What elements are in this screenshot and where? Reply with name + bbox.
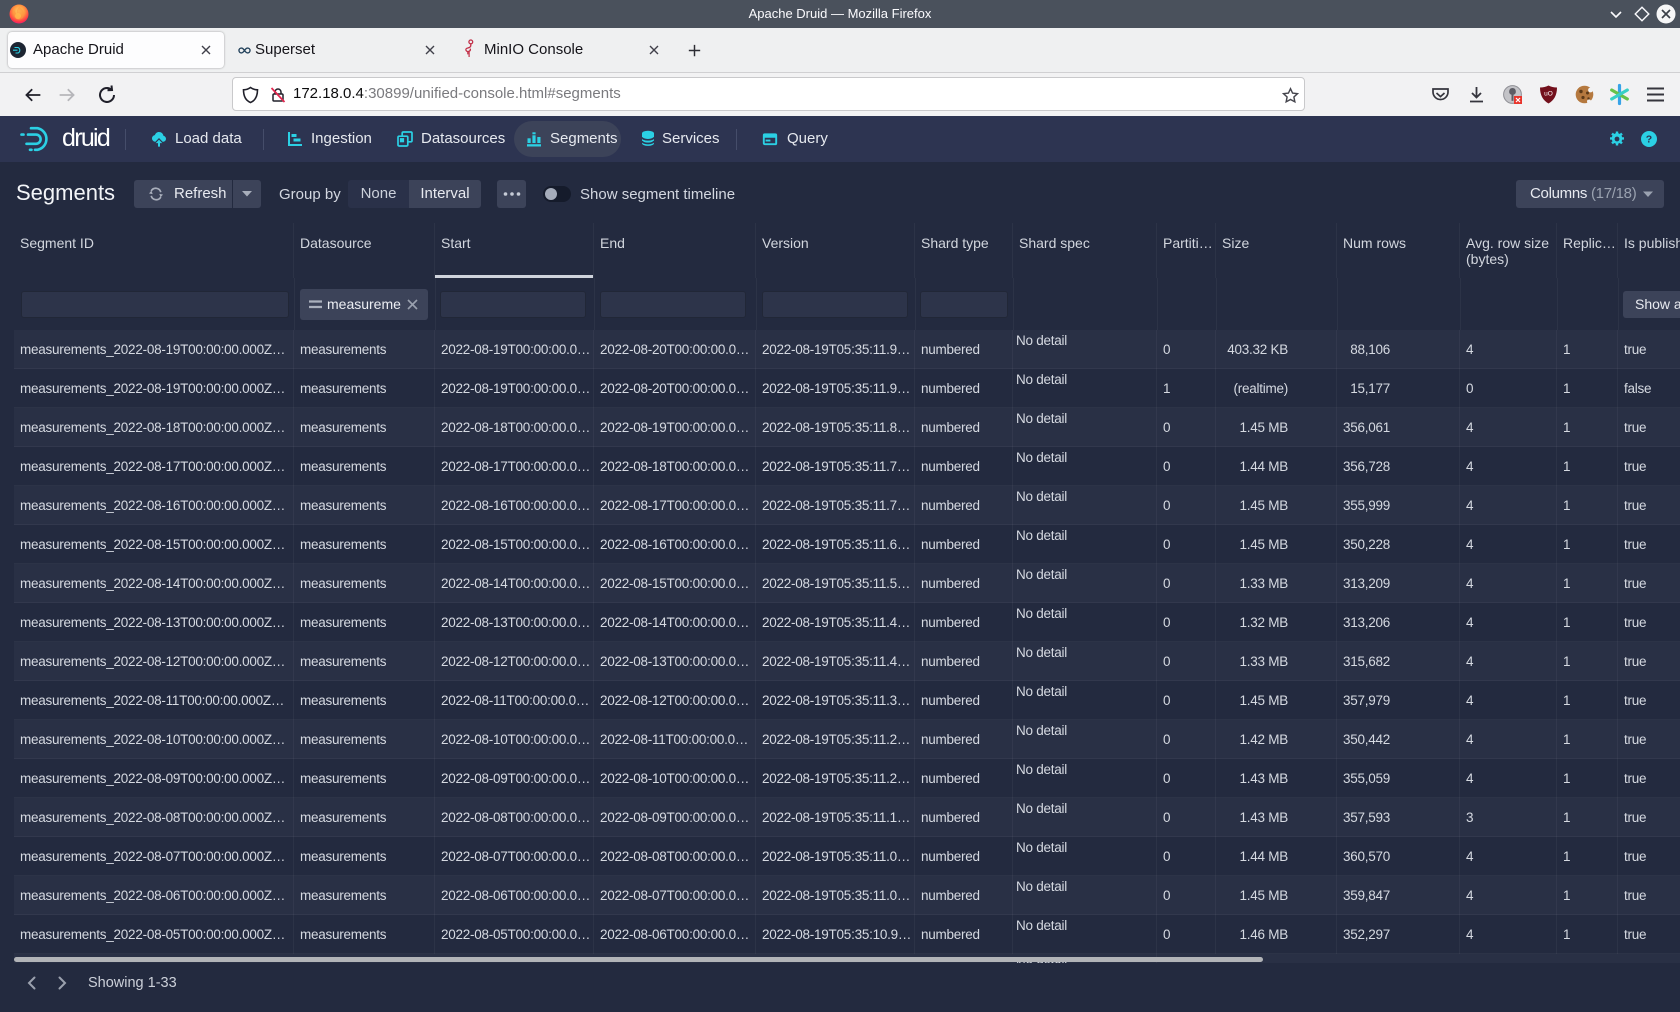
svg-text:?: ? <box>1646 134 1652 146</box>
svg-text:uO: uO <box>1544 91 1553 98</box>
